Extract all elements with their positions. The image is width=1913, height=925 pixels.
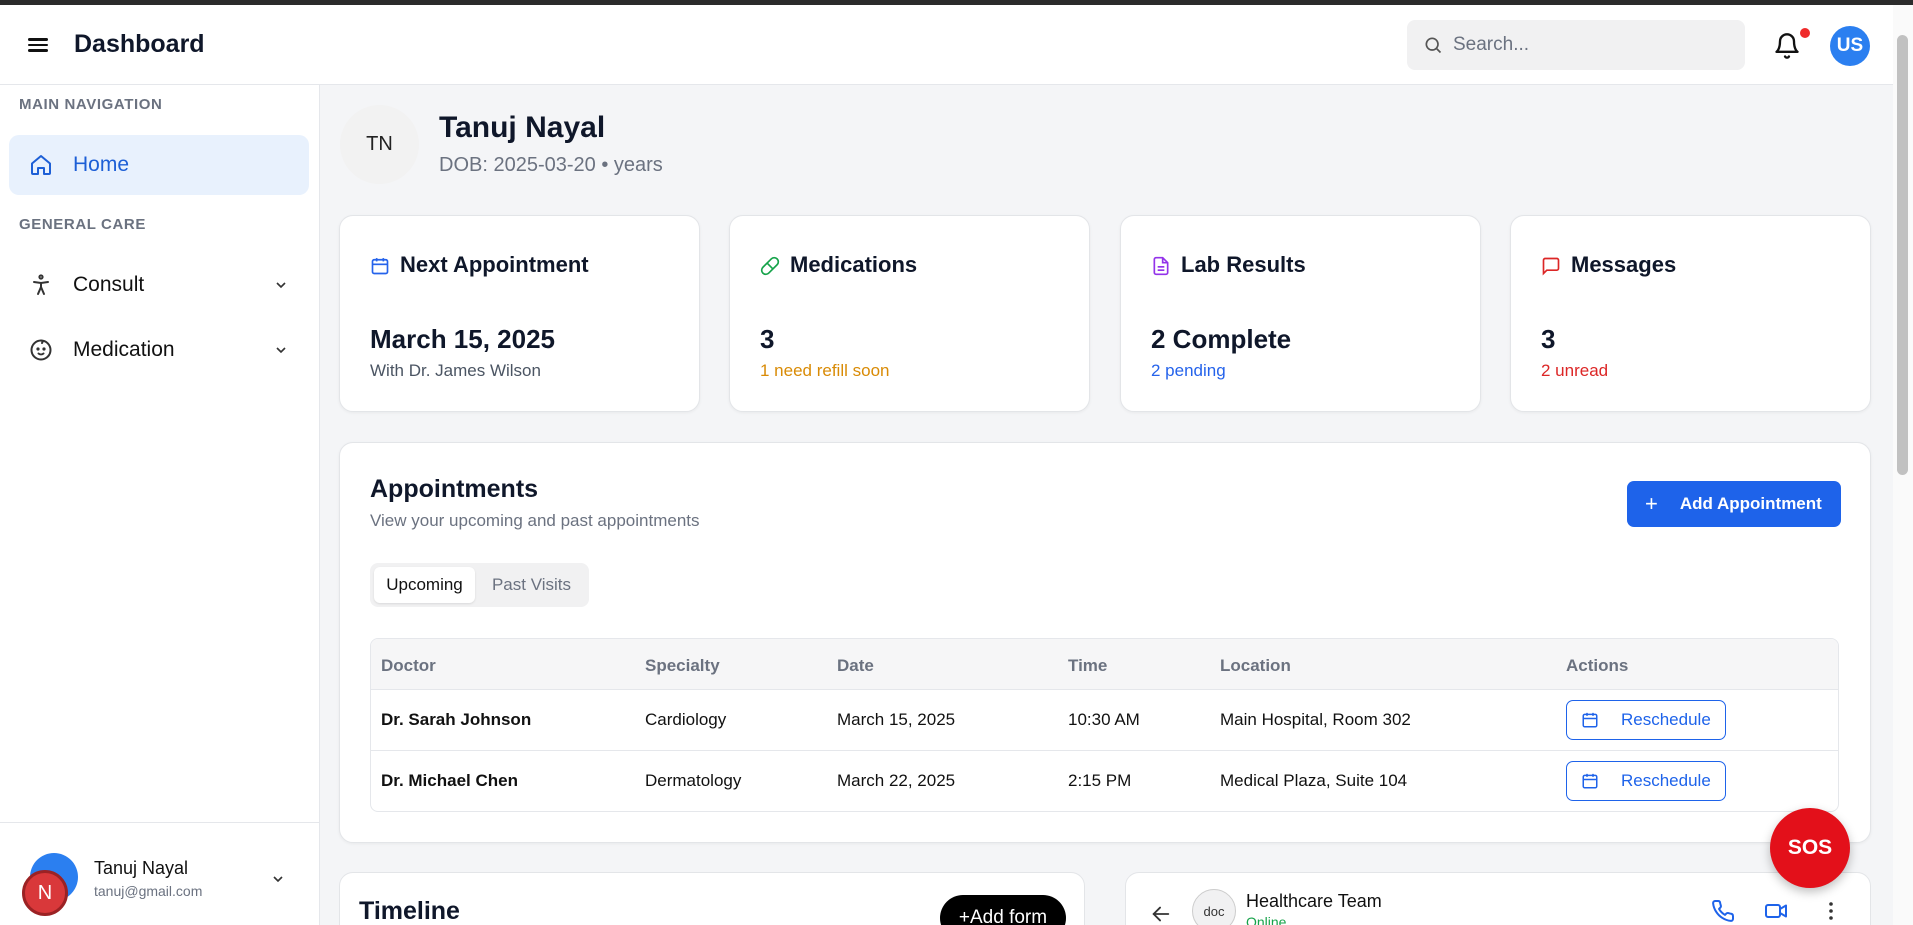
user-email: tanuj@gmail.com [94, 883, 203, 899]
sidebar-item-label: Home [73, 153, 130, 176]
pill-icon [760, 256, 780, 276]
calendar-icon [1582, 712, 1598, 728]
card-value: 3 [1541, 324, 1556, 354]
date-cell: March 15, 2025 [837, 710, 956, 729]
app-title: Dashboard [74, 30, 205, 58]
sidebar-item-medication[interactable]: Medication [9, 322, 309, 378]
document-icon [1153, 256, 1169, 276]
main-navigation-label: MAIN NAVIGATION [19, 96, 163, 113]
scrollbar[interactable] [1893, 5, 1913, 925]
plus-icon: + [1645, 491, 1658, 516]
chevron-down-icon [276, 282, 286, 289]
top-header: Dashboard US [0, 5, 1893, 85]
card-subtitle: 2 pending [1151, 361, 1226, 380]
column-header: Actions [1566, 656, 1629, 675]
calendar-icon [1582, 773, 1598, 789]
appointments-tabs: Upcoming Past Visits [370, 563, 589, 607]
sidebar: MAIN NAVIGATION Home GENERAL CARE Consul… [0, 85, 320, 925]
next-appointment-card: Next Appointment March 15, 2025 With Dr.… [339, 215, 700, 412]
reschedule-button[interactable]: Reschedule [1566, 761, 1726, 801]
notification-dot [1800, 28, 1810, 38]
patient-avatar: TN [340, 105, 419, 184]
sidebar-item-home[interactable]: Home [9, 135, 309, 195]
chevron-down-icon [276, 347, 286, 354]
add-appointment-button[interactable]: + Add Appointment [1627, 481, 1841, 527]
sidebar-item-consult[interactable]: Consult [9, 257, 309, 313]
timeline-panel: Timeline +Add form [339, 872, 1085, 925]
column-header: Doctor [381, 656, 436, 675]
message-icon [1542, 257, 1560, 276]
column-header: Date [837, 656, 874, 675]
sidebar-item-label: Consult [73, 273, 145, 296]
appointments-title: Appointments [370, 475, 539, 503]
date-cell: March 22, 2025 [837, 771, 956, 790]
card-subtitle: 2 unread [1541, 361, 1609, 380]
calendar-icon [371, 258, 389, 275]
chat-contact-name: Healthcare Team [1246, 891, 1382, 911]
card-title: Messages [1571, 252, 1677, 277]
reschedule-label: Reschedule [1621, 710, 1711, 729]
scrollbar-thumb[interactable] [1897, 35, 1908, 475]
phone-icon[interactable] [1711, 899, 1735, 923]
video-icon[interactable] [1763, 899, 1789, 923]
add-form-button[interactable]: +Add form [940, 895, 1066, 925]
sos-button[interactable]: SOS [1770, 808, 1850, 888]
location-cell: Main Hospital, Room 302 [1220, 710, 1411, 729]
accessibility-icon [33, 274, 49, 295]
card-value: 3 [760, 324, 775, 354]
more-vertical-icon[interactable] [1819, 899, 1843, 923]
home-icon [31, 155, 51, 175]
card-subtitle: With Dr. James Wilson [370, 361, 541, 380]
appointments-subtitle: View your upcoming and past appointments [370, 511, 700, 530]
reschedule-label: Reschedule [1621, 771, 1711, 790]
timeline-title: Timeline [359, 897, 460, 925]
column-header: Location [1220, 656, 1291, 675]
notification-bell-icon[interactable] [1773, 32, 1801, 60]
add-appointment-label: Add Appointment [1679, 494, 1822, 513]
card-title: Lab Results [1181, 252, 1306, 277]
specialty-cell: Dermatology [645, 771, 742, 790]
table-row: Dr. Michael Chen Dermatology March 22, 2… [371, 751, 1838, 811]
time-cell: 10:30 AM [1068, 710, 1140, 729]
location-cell: Medical Plaza, Suite 104 [1220, 771, 1408, 790]
user-name: Tanuj Nayal [94, 858, 189, 878]
card-subtitle: 1 need refill soon [760, 361, 890, 380]
menu-icon[interactable] [28, 35, 52, 57]
lab-results-card: Lab Results 2 Complete 2 pending [1120, 215, 1481, 412]
user-avatar-button[interactable]: US [1830, 26, 1870, 66]
card-value: March 15, 2025 [370, 324, 556, 354]
dev-tools-badge[interactable]: N [22, 870, 68, 916]
card-title: Medications [790, 252, 918, 277]
patient-name: Tanuj Nayal [439, 111, 606, 144]
sidebar-item-label: Medication [73, 338, 175, 361]
arrow-left-icon[interactable] [1150, 903, 1172, 925]
specialty-cell: Cardiology [645, 710, 727, 729]
card-title: Next Appointment [400, 252, 589, 277]
doctor-cell: Dr. Michael Chen [381, 771, 518, 790]
medications-card: Medications 3 1 need refill soon [729, 215, 1090, 412]
reschedule-button[interactable]: Reschedule [1566, 700, 1726, 740]
chat-avatar: doc [1192, 889, 1236, 925]
search-icon [1425, 37, 1442, 54]
patient-dob: DOB: 2025-03-20 • years [439, 154, 663, 176]
baby-face-icon [30, 339, 52, 361]
chevron-down-icon [273, 876, 283, 883]
appointments-panel: Appointments View your upcoming and past… [339, 442, 1871, 843]
doctor-cell: Dr. Sarah Johnson [381, 710, 532, 729]
column-header: Time [1068, 656, 1108, 675]
tab-past-visits[interactable]: Past Visits [478, 567, 585, 603]
tab-upcoming[interactable]: Upcoming [374, 567, 475, 603]
messages-card: Messages 3 2 unread [1510, 215, 1871, 412]
search-box[interactable] [1407, 20, 1745, 70]
search-input[interactable] [1453, 34, 1723, 56]
chat-panel: doc Healthcare Team Online [1125, 872, 1871, 925]
column-header: Specialty [645, 656, 720, 675]
card-value: 2 Complete [1151, 324, 1292, 354]
chat-status: Online [1246, 914, 1287, 925]
appointments-table: Doctor Specialty Date Time Location Acti… [370, 638, 1839, 812]
table-row: Dr. Sarah Johnson Cardiology March 15, 2… [371, 690, 1838, 751]
time-cell: 2:15 PM [1068, 771, 1132, 790]
general-care-label: GENERAL CARE [19, 216, 146, 233]
table-header: Doctor Specialty Date Time Location Acti… [371, 639, 1838, 690]
